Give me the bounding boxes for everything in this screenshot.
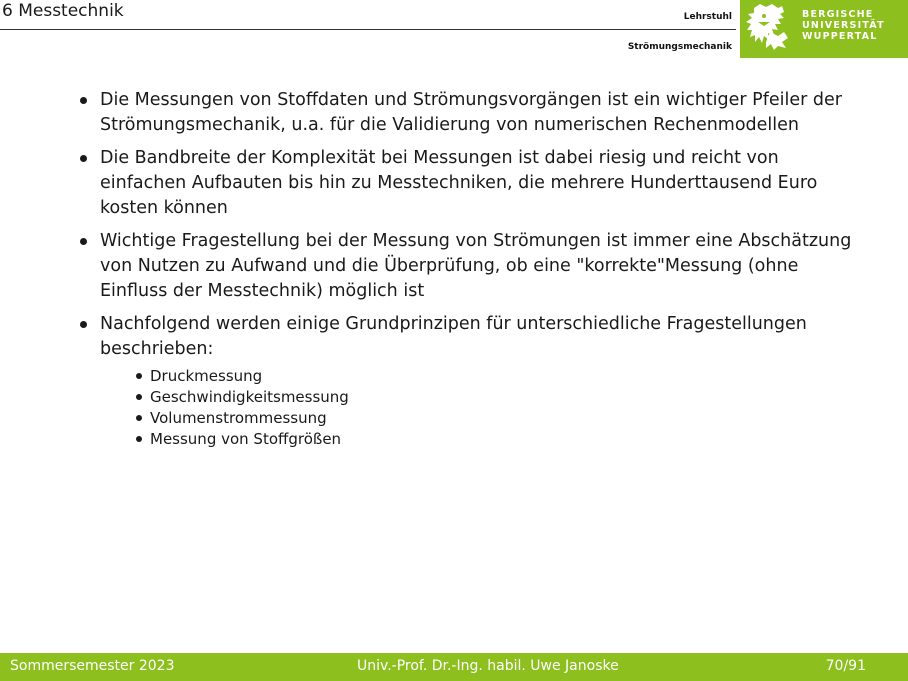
sub-bullet-item: Messung von Stoffgrößen	[136, 429, 870, 450]
bullet-item: Wichtige Fragestellung bei der Messung v…	[80, 229, 870, 304]
sub-bullet-item: Geschwindigkeitsmessung	[136, 387, 870, 408]
slide-header: 6 Messtechnik Lehrstuhl Strömungsmechani…	[0, 0, 908, 60]
footer-author: Univ.-Prof. Dr.-Ing. habil. Uwe Janoske	[357, 658, 619, 674]
bullet-item: Die Bandbreite der Komplexität bei Messu…	[80, 146, 870, 221]
slide-footer: Sommersemester 2023 Univ.-Prof. Dr.-Ing.…	[0, 653, 908, 681]
section-title: 6 Messtechnik	[2, 1, 124, 21]
bullet-text: Nachfolgend werden einige Grundprinzipen…	[100, 314, 807, 359]
university-name-line2: UNIVERSITÄT	[802, 20, 885, 31]
sub-bullet-item: Volumenstrommessung	[136, 408, 870, 429]
chair-label-line1: Lehrstuhl	[683, 12, 732, 22]
university-name-line3: WUPPERTAL	[802, 31, 878, 42]
sub-bullet-list: Druckmessung Geschwindigkeitsmessung Vol…	[100, 366, 870, 450]
bullet-list: Die Messungen von Stoffdaten und Strömun…	[0, 88, 870, 450]
slide-content: Die Messungen von Stoffdaten und Strömun…	[0, 88, 908, 458]
university-logo: BERGISCHE UNIVERSITÄT WUPPERTAL	[740, 0, 908, 58]
university-name: BERGISCHE UNIVERSITÄT WUPPERTAL	[802, 9, 885, 42]
header-divider	[0, 29, 736, 30]
lion-icon	[746, 4, 788, 50]
footer-semester: Sommersemester 2023	[10, 658, 175, 674]
footer-page-number: 70/91	[825, 658, 866, 674]
bullet-item: Nachfolgend werden einige Grundprinzipen…	[80, 312, 870, 450]
chair-label-line2: Strömungsmechanik	[627, 42, 732, 52]
bullet-item: Die Messungen von Stoffdaten und Strömun…	[80, 88, 870, 138]
university-name-line1: BERGISCHE	[802, 9, 874, 20]
sub-bullet-item: Druckmessung	[136, 366, 870, 387]
